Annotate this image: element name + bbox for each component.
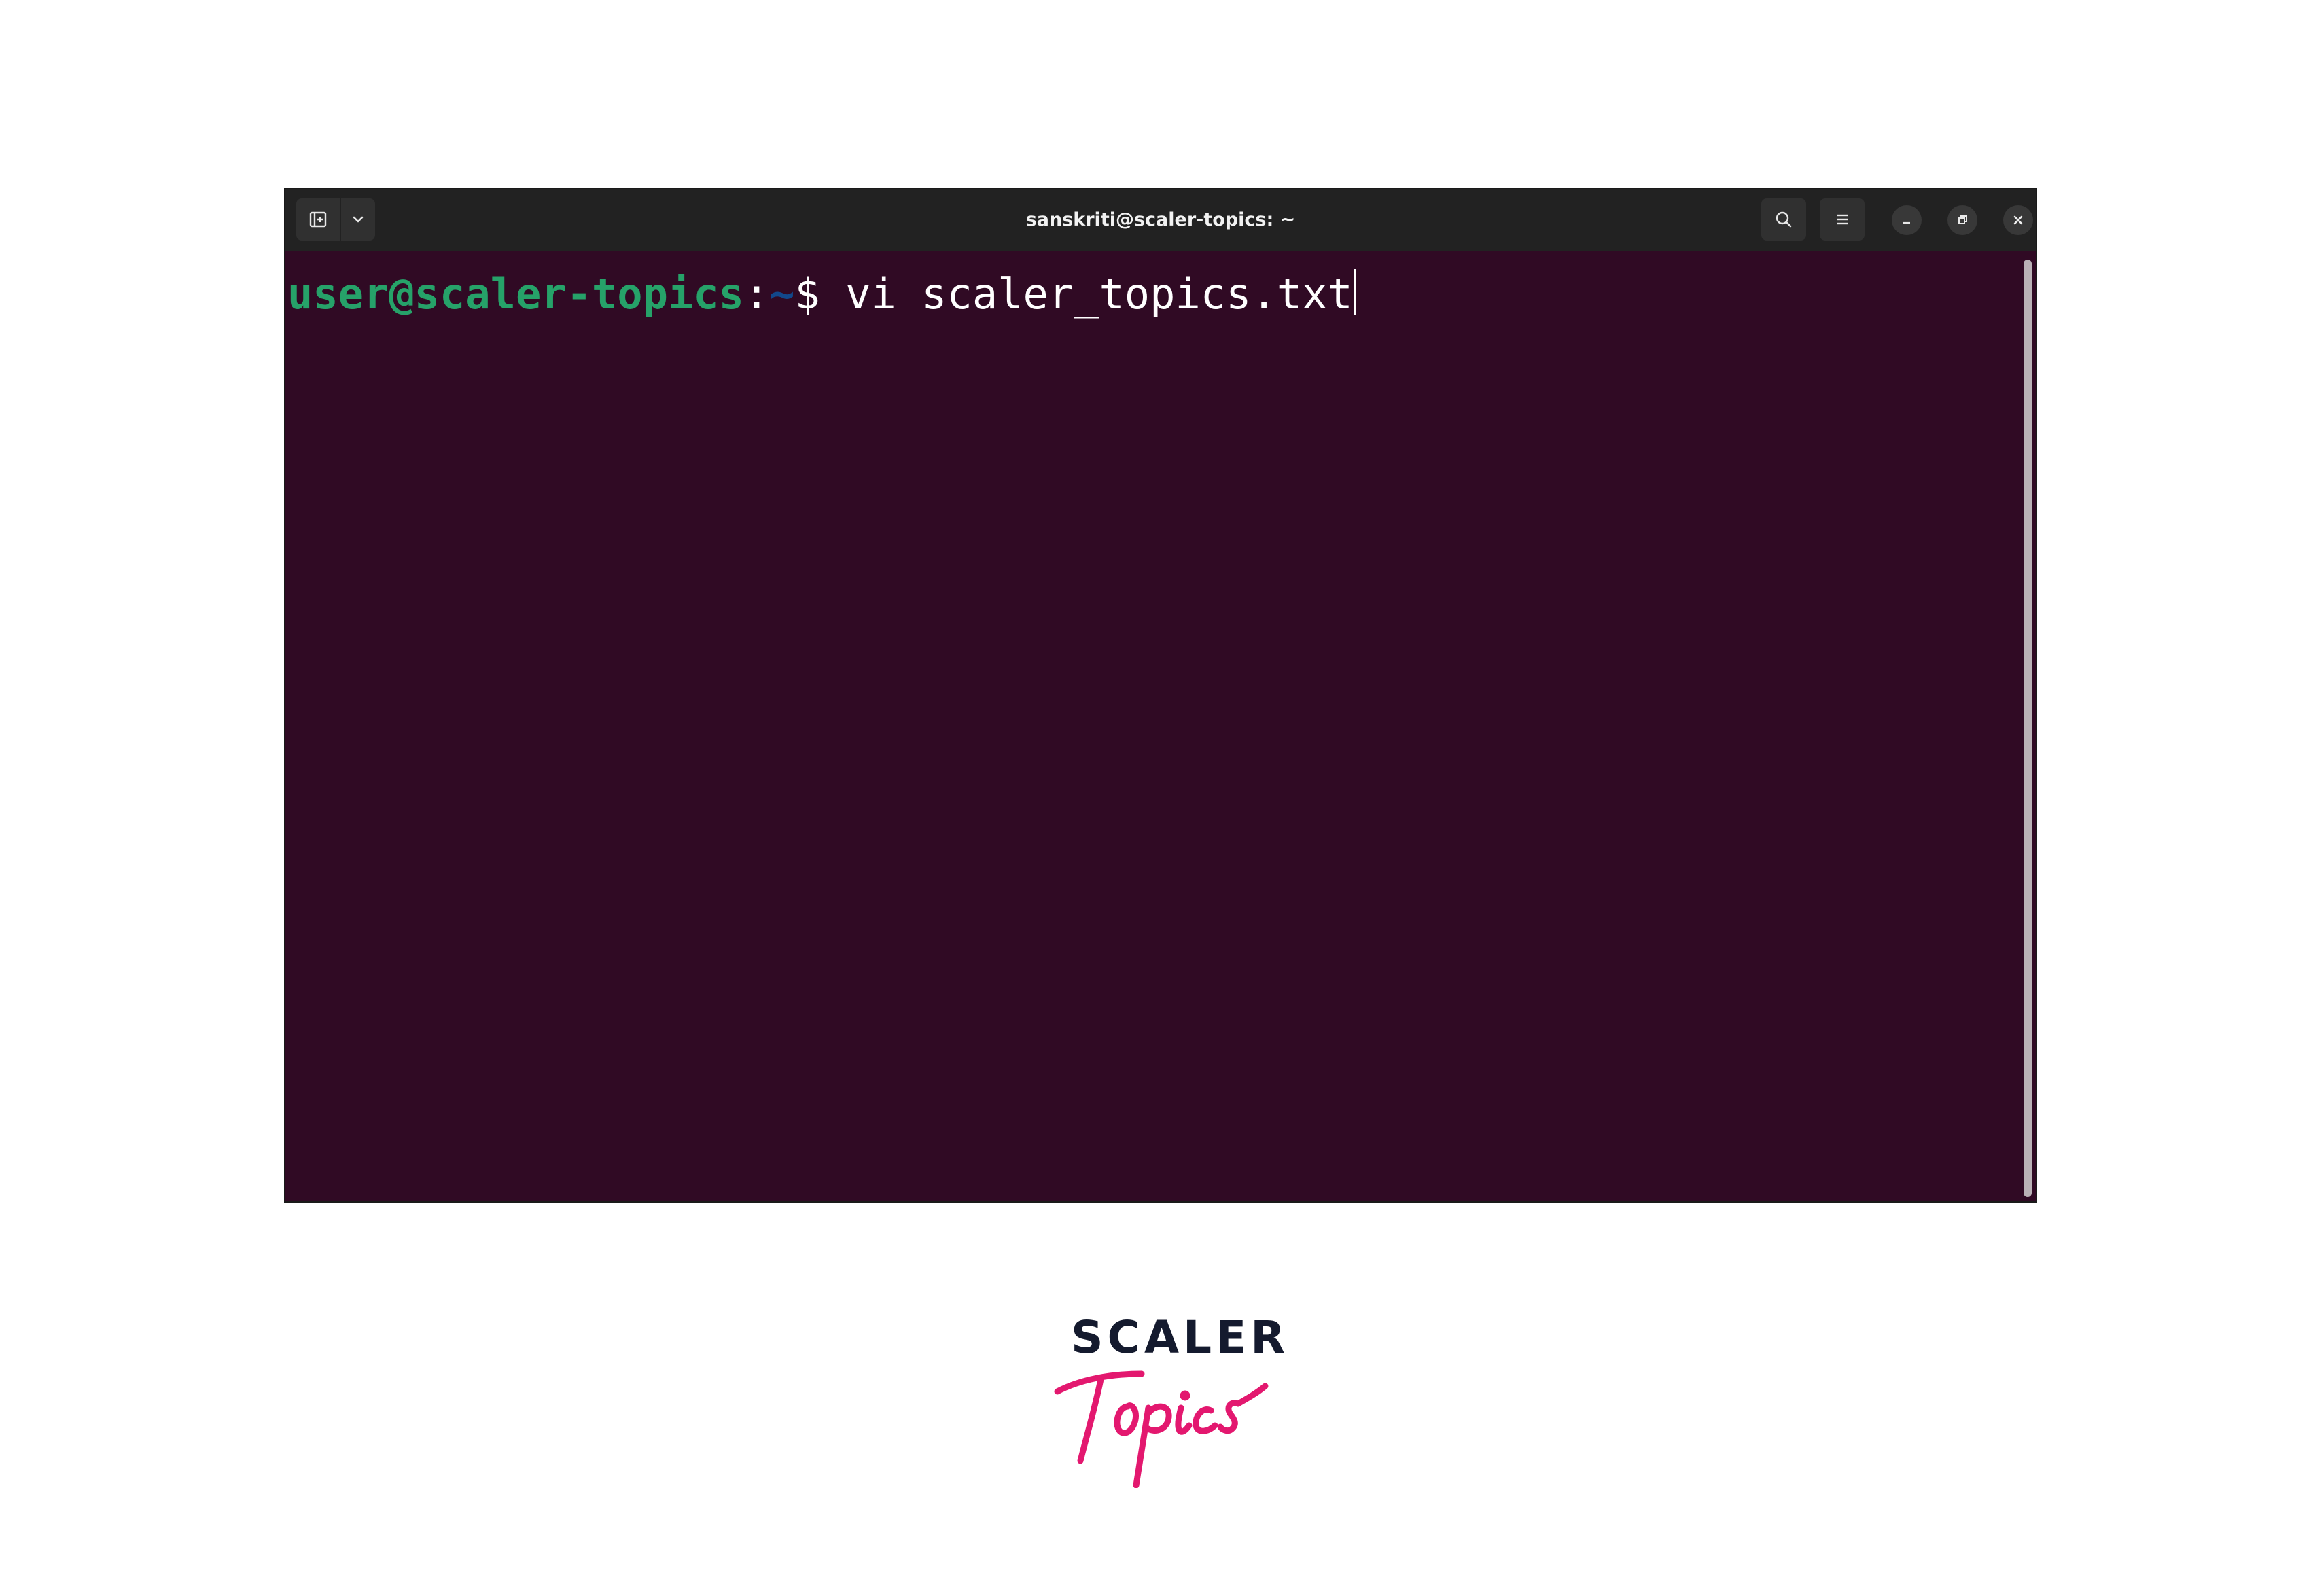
text-cursor	[1354, 269, 1356, 315]
new-tab-split-button	[296, 198, 375, 241]
command-text: vi scaler_topics.txt	[845, 269, 1353, 319]
close-icon	[2013, 215, 2023, 225]
new-tab-icon	[309, 211, 327, 228]
prompt-symbol: $	[794, 269, 846, 319]
chevron-down-icon	[353, 216, 364, 223]
logo-word: SCALER	[1071, 1311, 1290, 1364]
terminal-output-area[interactable]: user@scaler-topics:~$ vi scaler_topics.t…	[285, 251, 2036, 1201]
tab-menu-button[interactable]	[341, 198, 375, 241]
minimize-icon	[1903, 221, 1910, 224]
title-bar: sanskriti@scaler-topics: ~	[285, 189, 2036, 251]
restore-button[interactable]	[1947, 205, 1977, 235]
hamburger-menu-icon	[1837, 214, 1848, 225]
prompt-user-host: user@scaler-topics	[287, 269, 744, 319]
search-icon	[1776, 211, 1792, 228]
prompt-line: user@scaler-topics:~$ vi scaler_topics.t…	[287, 264, 1356, 325]
search-button[interactable]	[1761, 198, 1806, 241]
prompt-path: ~	[769, 269, 795, 319]
scrollbar[interactable]	[2024, 260, 2032, 1197]
minimize-button[interactable]	[1892, 205, 1922, 235]
restore-icon	[1958, 215, 1967, 224]
prompt-colon: :	[743, 269, 770, 319]
terminal-window: sanskriti@scaler-topics: ~ user@scaler-t…	[285, 189, 2036, 1201]
main-menu-button[interactable]	[1820, 198, 1865, 241]
new-tab-button[interactable]	[296, 198, 340, 241]
scaler-topics-logo: SCALER	[1053, 1311, 1285, 1488]
close-button[interactable]	[2003, 205, 2033, 235]
logo-script-topics	[1054, 1370, 1269, 1488]
